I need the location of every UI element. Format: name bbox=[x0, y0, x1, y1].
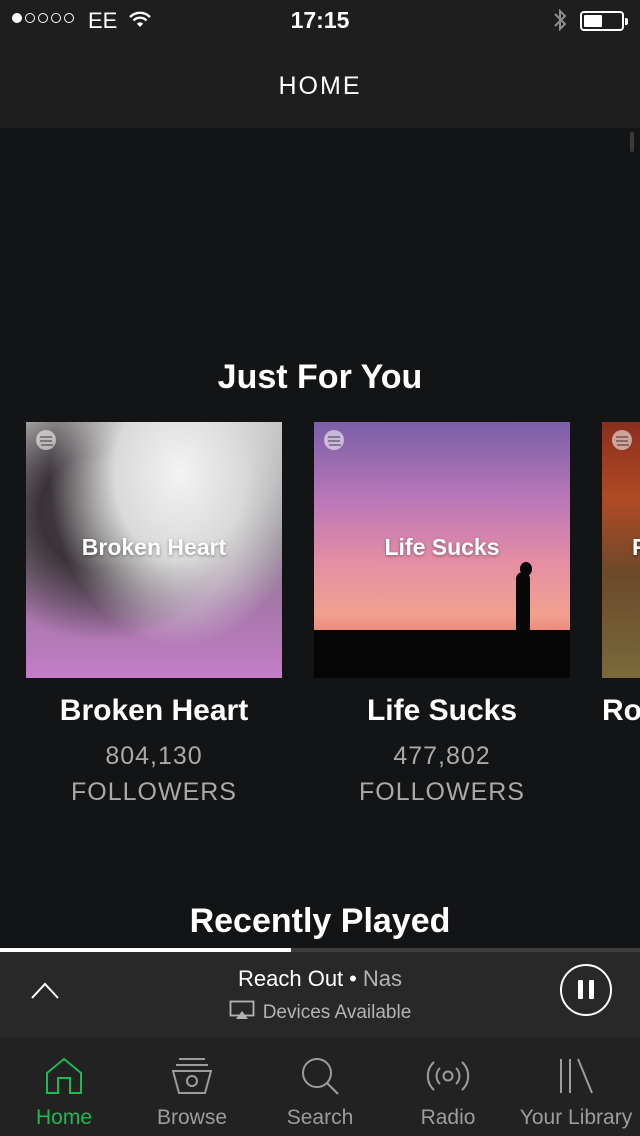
bluetooth-icon bbox=[552, 8, 568, 38]
search-icon bbox=[256, 1056, 384, 1096]
tab-home[interactable]: Home bbox=[0, 1038, 128, 1136]
scroll-indicator bbox=[630, 132, 634, 152]
tab-your-library[interactable]: Your Library bbox=[512, 1038, 640, 1136]
section-title-recently-played: Recently Played bbox=[189, 902, 451, 940]
playlist-cover[interactable]: R bbox=[602, 422, 640, 678]
section-title-just-for-you: Just For You bbox=[217, 358, 423, 396]
tab-browse[interactable]: Browse bbox=[128, 1038, 256, 1136]
playlist-card[interactable]: Broken Heart Broken Heart 804,130 FOLLOW… bbox=[26, 422, 282, 810]
devices-available-button[interactable]: Devices Available bbox=[0, 1000, 640, 1026]
playlist-cover[interactable]: Life Sucks bbox=[314, 422, 570, 678]
now-playing-bar[interactable]: Reach Out • Nas Devices Available bbox=[0, 952, 640, 1039]
cover-label: Life Sucks bbox=[384, 534, 500, 560]
status-time: 17:15 bbox=[290, 7, 350, 33]
tab-search[interactable]: Search bbox=[256, 1038, 384, 1136]
home-icon bbox=[0, 1056, 128, 1096]
tab-label: Home bbox=[35, 1106, 93, 1129]
followers-label: FOLLOWERS bbox=[359, 778, 525, 806]
spotify-logo-icon bbox=[324, 430, 344, 450]
top-navigation-bar: HOME bbox=[0, 40, 640, 128]
pause-icon bbox=[578, 980, 583, 999]
followers-label: FOLLOWERS bbox=[71, 778, 237, 806]
tab-label: Browse bbox=[156, 1106, 228, 1129]
library-icon bbox=[512, 1056, 640, 1096]
browse-icon bbox=[128, 1056, 256, 1096]
playlist-title[interactable]: Ro bbox=[602, 694, 640, 728]
separator: • bbox=[349, 966, 357, 991]
airplay-icon bbox=[229, 1000, 255, 1026]
spotify-logo-icon bbox=[36, 430, 56, 450]
playlist-card[interactable]: R Ro bbox=[602, 422, 640, 728]
follower-count: 477,802 bbox=[393, 742, 491, 770]
home-feed[interactable]: Just For You Broken Heart Broken Heart 8… bbox=[0, 128, 640, 948]
battery-icon bbox=[580, 11, 628, 31]
tab-radio[interactable]: Radio bbox=[384, 1038, 512, 1136]
devices-label: Devices Available bbox=[262, 1002, 412, 1024]
page-title: HOME bbox=[278, 72, 362, 100]
status-bar: EE 17:15 bbox=[0, 0, 640, 40]
cover-horizon bbox=[314, 630, 570, 678]
cover-label: R bbox=[632, 534, 640, 561]
tab-label: Radio bbox=[420, 1106, 476, 1129]
pause-icon bbox=[589, 980, 594, 999]
bottom-tab-bar: Home Browse Search Radio Your Library bbox=[0, 1038, 640, 1136]
cover-label: Broken Heart bbox=[81, 534, 227, 560]
now-playing-track-info[interactable]: Reach Out • Nas bbox=[0, 966, 640, 992]
cover-figure bbox=[516, 572, 530, 632]
tab-label: Your Library bbox=[519, 1106, 633, 1129]
track-artist: Nas bbox=[362, 966, 402, 991]
track-title: Reach Out bbox=[238, 966, 344, 991]
follower-count: 804,130 bbox=[105, 742, 203, 770]
playlist-title[interactable]: Life Sucks bbox=[314, 694, 570, 728]
playlist-cover[interactable]: Broken Heart bbox=[26, 422, 282, 678]
tab-label: Search bbox=[286, 1106, 354, 1129]
pause-button[interactable] bbox=[560, 964, 612, 1016]
playlist-title[interactable]: Broken Heart bbox=[26, 694, 282, 728]
spotify-logo-icon bbox=[612, 430, 632, 450]
playlist-card[interactable]: Life Sucks Life Sucks 477,802 FOLLOWERS bbox=[314, 422, 570, 810]
radio-icon bbox=[384, 1056, 512, 1096]
